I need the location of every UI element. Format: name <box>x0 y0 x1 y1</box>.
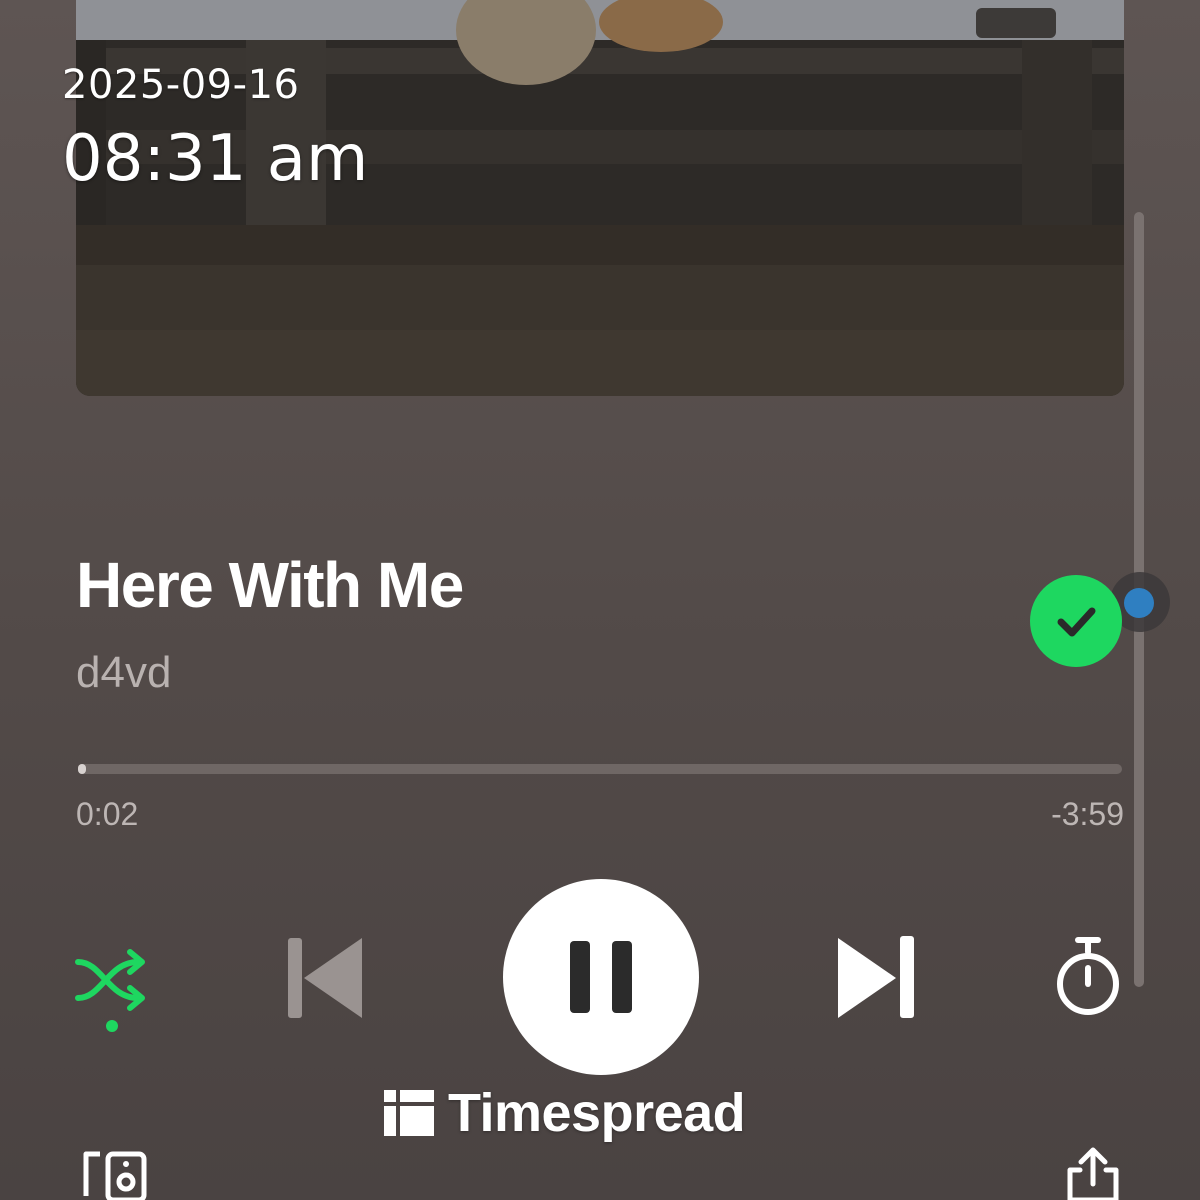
timespread-logo-icon <box>384 1090 434 1136</box>
shuffle-button[interactable] <box>66 940 158 1040</box>
devices-icon <box>83 1151 147 1200</box>
share-button[interactable] <box>1060 1146 1126 1200</box>
connect-devices-button[interactable] <box>78 1146 152 1200</box>
time-remaining: -3:59 <box>1051 796 1124 832</box>
time-elapsed: 0:02 <box>76 796 139 832</box>
scrollbar-thumb[interactable] <box>1124 588 1154 618</box>
album-art-image <box>76 0 1124 396</box>
track-title: Here With Me <box>76 549 464 621</box>
track-artist[interactable]: d4vd <box>76 648 171 698</box>
sleep-timer-button[interactable] <box>1048 932 1128 1022</box>
overlay-date: 2025-09-16 <box>62 62 300 108</box>
shuffle-icon <box>75 949 145 1032</box>
next-button[interactable] <box>830 928 922 1024</box>
skip-previous-icon <box>288 938 362 1018</box>
pause-button[interactable] <box>503 879 699 1075</box>
saved-to-library-button[interactable] <box>1030 575 1122 667</box>
watermark-text: Timespread <box>448 1083 746 1143</box>
share-icon <box>1067 1147 1119 1200</box>
shuffle-active-dot <box>106 1020 118 1032</box>
watermark: Timespread <box>384 1082 746 1144</box>
progress-bar-fill <box>78 764 87 774</box>
now-playing-screen: 2025-09-16 08:31 am Here With Me d4vd 0:… <box>0 0 1200 1200</box>
overlay-time: 08:31 am <box>62 122 369 196</box>
skip-next-icon <box>838 936 914 1018</box>
previous-button[interactable] <box>280 928 372 1024</box>
sleep-timer-icon <box>1057 937 1119 1015</box>
album-art <box>76 0 1124 396</box>
check-icon <box>1057 607 1096 637</box>
progress-bar[interactable] <box>78 764 1122 774</box>
pause-icon <box>570 941 632 1013</box>
